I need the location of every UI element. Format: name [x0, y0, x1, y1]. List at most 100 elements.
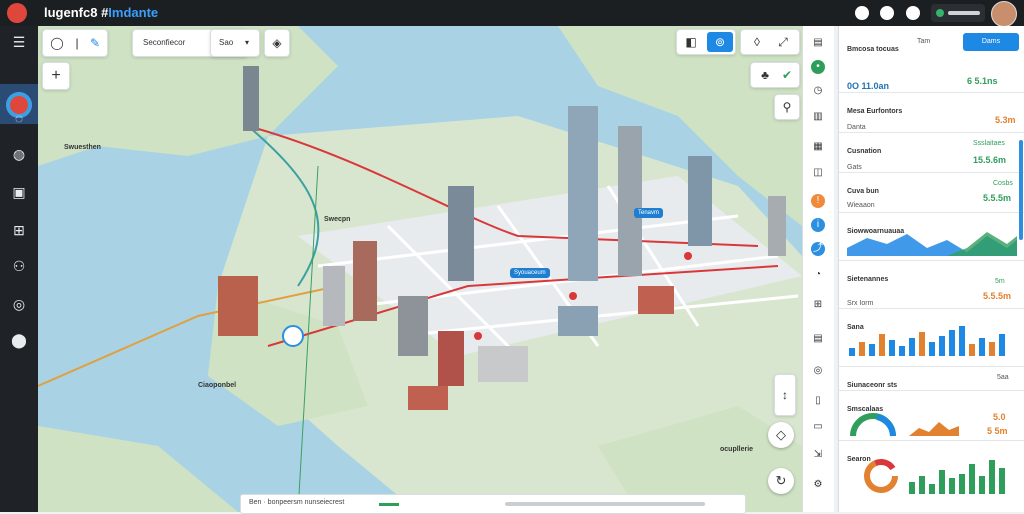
check-icon[interactable]: ✔: [777, 65, 797, 85]
map-label: ocupllerie: [720, 446, 754, 453]
donut-and-bars[interactable]: [847, 456, 1017, 494]
calendar-icon[interactable]: ▦: [811, 140, 825, 154]
location-icon[interactable]: ⬤: [9, 330, 29, 350]
timeline-track[interactable]: [505, 502, 705, 506]
pin-button[interactable]: ⚲: [774, 94, 800, 120]
pin-icon: ⚲: [782, 100, 792, 114]
bookmark-icon[interactable]: ▥: [811, 110, 825, 124]
satellite-view-icon[interactable]: ⊚: [707, 32, 733, 52]
eraser-button[interactable]: ◇: [768, 422, 794, 448]
map-callout[interactable]: Tenavm: [634, 208, 664, 218]
history-icon[interactable]: ◔: [811, 268, 825, 282]
metric-row[interactable]: Wieaaon 5.5.5m: [847, 193, 1017, 212]
divider: [839, 440, 1024, 441]
map-callout[interactable]: Syouaceum: [510, 268, 550, 278]
metric-right-title: Cosbs: [993, 180, 1013, 187]
land-southwest: [38, 426, 238, 512]
location-pin: [282, 325, 304, 347]
avatar[interactable]: [991, 1, 1017, 27]
panel-title: Bmcosa tocuas: [847, 46, 899, 53]
chat-icon[interactable]: ◌: [9, 108, 29, 128]
metric-block[interactable]: Sietenannes 5m: [847, 268, 1017, 286]
fullscreen-icon[interactable]: ⤢: [773, 32, 793, 52]
app-title-main: lugenfc8 #: [44, 5, 109, 20]
user-icon[interactable]: [880, 6, 894, 20]
secondary-rail: ▤ • ◷ ▥ ▦ ◫ ! i ⤴ ◔ ⊞ ▤ ◎ ▯ ▭ ⇲ ⚙: [802, 26, 834, 512]
map-actions: ◊ ⤢: [740, 29, 800, 55]
divider: [839, 212, 1024, 213]
bar-sparkline[interactable]: [847, 324, 1017, 356]
metric-title: Cusnation: [847, 148, 882, 155]
panel-scrollbar[interactable]: [1019, 140, 1023, 240]
tree-icon[interactable]: ♣: [755, 65, 775, 85]
metric-value: 5.5.5m: [983, 193, 1012, 203]
refresh-button[interactable]: ↻: [768, 468, 794, 494]
layers-icon[interactable]: ▣: [9, 182, 29, 202]
map-graphic: [38, 26, 802, 512]
grid-icon[interactable]: ⊞: [811, 298, 825, 312]
map-label: Swecpn: [324, 216, 351, 223]
status-indicator[interactable]: [931, 4, 985, 22]
slider-handle-icon: ↕: [782, 388, 788, 402]
measure-icon[interactable]: |: [67, 33, 87, 53]
filter-select[interactable]: Sao ▾: [210, 29, 260, 57]
map-view-icon[interactable]: ◧: [681, 32, 701, 52]
zoom-slider[interactable]: ↕: [774, 374, 796, 416]
metric-value: 5 5m: [987, 426, 1008, 436]
metric-value: 5.3m: [995, 115, 1016, 125]
menu-icon[interactable]: ☰: [9, 32, 29, 52]
layers-button[interactable]: ◈: [264, 29, 290, 57]
panel-action-button[interactable]: Dams: [963, 33, 1019, 51]
status-green-icon[interactable]: •: [811, 60, 825, 74]
status-text-placeholder: [948, 11, 980, 15]
panel-range-select[interactable]: Tam: [917, 38, 930, 45]
clipboard-icon[interactable]: ▤: [811, 36, 825, 50]
app-logo[interactable]: [7, 3, 27, 23]
target-icon[interactable]: ◎: [811, 364, 825, 378]
lasso-icon[interactable]: ◯: [47, 33, 67, 53]
compass-icon[interactable]: [855, 6, 869, 20]
alert-icon[interactable]: !: [811, 194, 825, 208]
map-layer-tools: ♣ ✔: [750, 62, 800, 88]
kpi-right-value: 6 5.1ns: [967, 76, 998, 86]
top-bar: lugenfc8 #Imdante: [0, 0, 1024, 27]
app-title-accent: Imdante: [108, 5, 159, 20]
metric-title: Siunaceonr sts: [847, 382, 898, 389]
metric-value: 5.0: [993, 412, 1006, 422]
metric-label: Wieaaon: [847, 202, 875, 209]
map-canvas[interactable]: ◯ | ✎ Seconfiecor Sao ▾ ◈ ◧ ⊚ ◊ ⤢ ♣ ✔ ⚲ …: [38, 26, 802, 512]
target-icon[interactable]: ◎: [9, 294, 29, 314]
metric-title: Sietenannes: [847, 276, 889, 283]
folder-icon[interactable]: ▭: [811, 420, 825, 434]
bell-icon[interactable]: [906, 6, 920, 20]
info-icon[interactable]: i: [811, 218, 825, 232]
map-label: Ciaoponbel: [198, 382, 237, 389]
table-icon[interactable]: ▤: [811, 332, 825, 346]
settings-icon[interactable]: ⚙: [811, 478, 825, 492]
share-icon[interactable]: ⤴: [811, 242, 825, 256]
metric-label: Srx Iorm: [847, 300, 874, 307]
metric-label: Gats: [847, 164, 862, 171]
map-tool-group: ◯ | ✎: [42, 29, 108, 57]
document-icon[interactable]: ▯: [811, 394, 825, 408]
export-icon[interactable]: ⇲: [811, 448, 825, 462]
people-icon[interactable]: ⚇: [9, 256, 29, 276]
grid-icon[interactable]: ⊞: [9, 220, 29, 240]
area-sparkline[interactable]: [847, 226, 1017, 256]
bottom-status-bar[interactable]: Ben · bonpeersm nunseiecrest: [240, 494, 746, 514]
tag-icon[interactable]: ◫: [811, 166, 825, 180]
pen-icon[interactable]: ✎: [85, 33, 105, 53]
divider: [839, 172, 1024, 173]
metric-right-value: 5m: [995, 278, 1005, 285]
bottom-bar-text: Ben · bonpeersm nunseiecrest: [249, 499, 345, 506]
globe-icon[interactable]: ◍: [9, 144, 29, 164]
map-label: Swuesthen: [64, 144, 101, 151]
analytics-panel: Bmcosa tocuas Tam Dams 0O 11.0an 6 5.1ns…: [838, 26, 1024, 512]
rotate-icon[interactable]: ◊: [747, 32, 767, 52]
zoom-in-button[interactable]: +: [42, 62, 70, 90]
clock-icon[interactable]: ◷: [811, 84, 825, 98]
metric-value: 5.5.5m: [983, 291, 1012, 301]
layers-icon: ◈: [272, 36, 282, 50]
eraser-icon: ◇: [776, 427, 786, 442]
divider: [839, 366, 1024, 367]
